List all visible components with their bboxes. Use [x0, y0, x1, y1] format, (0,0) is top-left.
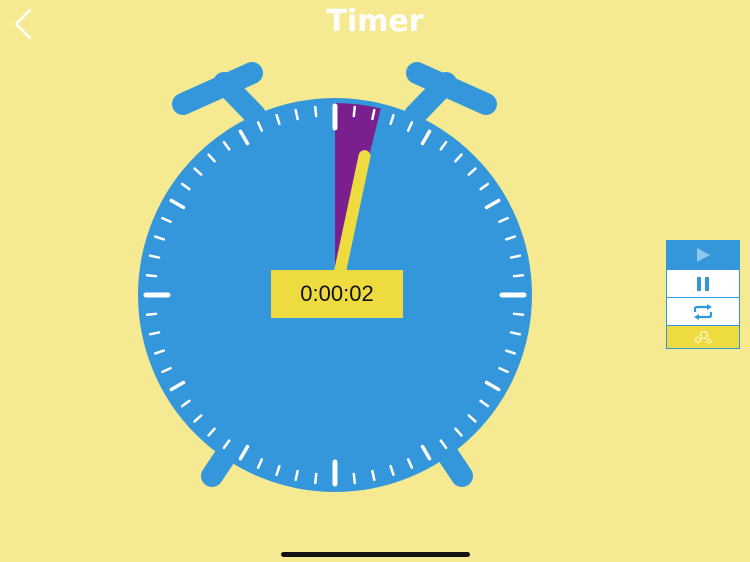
right-bell — [404, 62, 497, 126]
repeat-button[interactable] — [667, 298, 739, 326]
timer-controls — [666, 240, 740, 349]
home-indicator — [281, 552, 470, 557]
tick-mark — [512, 273, 525, 278]
tick-mark — [313, 472, 318, 485]
tick-mark — [145, 312, 158, 317]
pause-button[interactable] — [667, 270, 739, 298]
left-bell — [172, 62, 266, 126]
tick-mark — [352, 472, 357, 485]
settings-button[interactable] — [667, 326, 739, 348]
repeat-icon — [693, 303, 713, 320]
tick-mark — [512, 312, 525, 317]
play-button[interactable] — [667, 241, 739, 270]
elapsed-time-readout: 0:00:02 — [271, 270, 403, 318]
pause-icon — [697, 276, 709, 291]
play-icon — [697, 248, 710, 262]
tick-mark — [145, 273, 158, 278]
tick-mark — [352, 105, 357, 118]
tick-mark — [313, 105, 318, 118]
settings-icon — [694, 330, 712, 344]
